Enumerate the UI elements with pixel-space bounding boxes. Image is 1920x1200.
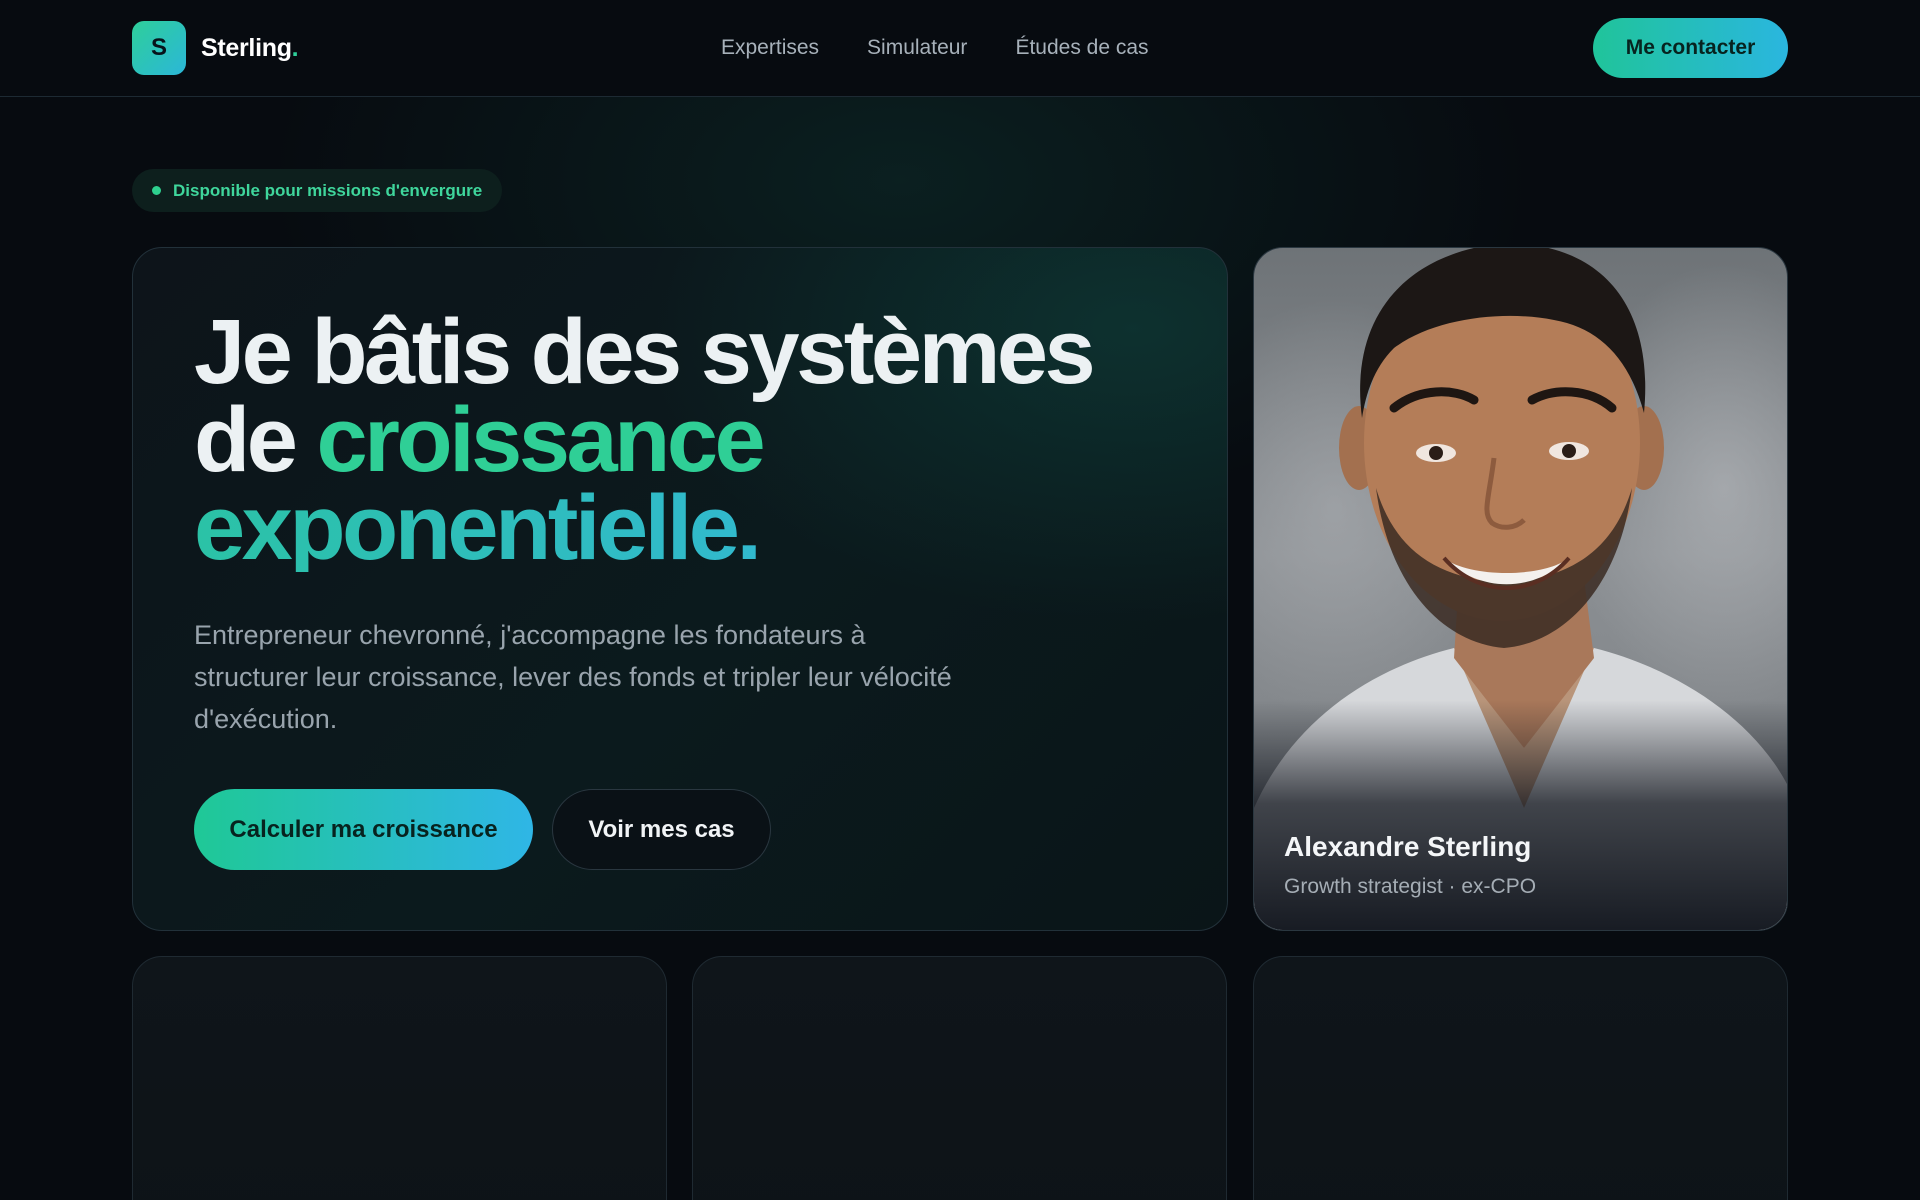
site-header: S Sterling. Expertises Simulateur Études…	[0, 0, 1920, 97]
profile-card: Alexandre Sterling Growth strategist · e…	[1253, 247, 1788, 931]
brand-name-text: Sterling	[201, 33, 292, 62]
nav-link-expertises[interactable]: Expertises	[721, 36, 819, 60]
hero-card: Je bâtis des systèmes de croissance expo…	[132, 247, 1228, 931]
profile-name: Alexandre Sterling	[1284, 831, 1532, 862]
feature-card-1	[132, 956, 667, 1200]
hero-headline: Je bâtis des systèmes de croissance expo…	[194, 301, 1096, 574]
headline-line-2: de croissance	[194, 394, 1092, 486]
status-dot-icon	[152, 186, 161, 195]
availability-badge-label: Disponible pour missions d'envergure	[173, 180, 483, 200]
brand-dot: .	[291, 33, 299, 62]
calculate-growth-button[interactable]: Calculer ma croissance	[194, 789, 533, 870]
profile-role: Growth strategist · ex-CPO	[1284, 875, 1537, 898]
hero-subtitle: Entrepreneur chevronné, j'accompagne les…	[194, 620, 952, 734]
availability-badge: Disponible pour missions d'envergure	[132, 169, 503, 212]
view-cases-button[interactable]: Voir mes cas	[552, 789, 771, 870]
nav-link-simulateur[interactable]: Simulateur	[867, 36, 967, 60]
headline-accent-word: croissance	[316, 389, 765, 491]
headline-line-1: Je bâtis des systèmes	[194, 301, 1096, 403]
logo-mark: S	[132, 21, 186, 75]
contact-button[interactable]: Me contacter	[1593, 18, 1788, 78]
feature-card-2	[692, 956, 1227, 1200]
brand-name: Sterling.	[201, 33, 299, 63]
main-nav: Expertises Simulateur Études de cas	[721, 36, 1149, 60]
headline-line-3: exponentielle.	[194, 482, 1092, 574]
logo[interactable]: S Sterling.	[132, 21, 299, 75]
nav-link-etudes-de-cas[interactable]: Études de cas	[1015, 36, 1148, 60]
feature-card-3	[1253, 956, 1788, 1200]
headline-line-2-prefix: de	[194, 389, 317, 491]
